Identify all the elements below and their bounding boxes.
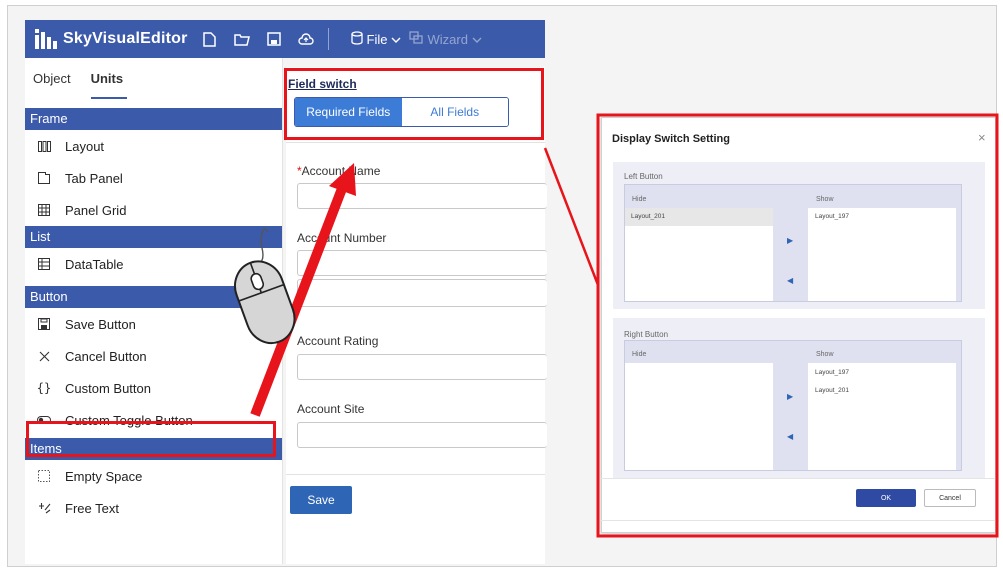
field-label-text: Account Name [301, 164, 381, 178]
account-name-input[interactable] [297, 183, 547, 209]
unit-label: Custom Button [65, 380, 151, 396]
list-item[interactable]: Layout_197 [815, 369, 849, 376]
table-icon [37, 257, 51, 271]
dialog-bottom-divider [601, 520, 996, 521]
right-hide-list[interactable] [625, 363, 773, 470]
database-icon [350, 30, 363, 48]
braces-icon: {} [36, 381, 52, 395]
chevron-down-icon [391, 32, 401, 47]
close-icon[interactable]: × [978, 130, 986, 145]
dotted-square-icon [37, 469, 51, 483]
grid-icon [37, 203, 51, 217]
left-button-title: Left Button [624, 172, 663, 181]
unit-label: Empty Space [65, 468, 143, 484]
save-button[interactable]: Save [290, 486, 352, 514]
ok-button[interactable]: OK [856, 489, 916, 507]
cloud-upload-icon[interactable] [297, 31, 314, 47]
panel-tabs: Object Units [25, 58, 282, 108]
left-show-list[interactable] [808, 208, 956, 301]
field-label-account-name: *Account Name [297, 164, 380, 178]
tab-object[interactable]: Object [33, 71, 71, 108]
highlight-field-switch [284, 68, 544, 140]
unit-label: DataTable [65, 256, 124, 272]
form-divider-bottom [286, 474, 545, 475]
tab-panel-icon [37, 171, 51, 185]
move-left-arrow-icon[interactable]: ◀ [787, 432, 793, 441]
save-icon[interactable] [266, 31, 282, 47]
list-item[interactable]: Layout_201 [815, 387, 849, 394]
app-title: SkyVisualEditor [63, 30, 188, 47]
account-site-input[interactable] [297, 422, 547, 448]
wizard-icon [409, 31, 424, 47]
app-header: SkyVisualEditor File Wizard [25, 20, 545, 58]
move-right-arrow-icon[interactable]: ▶ [787, 236, 793, 245]
menu-wizard-label: Wizard [427, 31, 468, 47]
menu-file-label: File [366, 31, 388, 47]
dialog-footer-divider [601, 478, 996, 479]
field-label-account-rating: Account Rating [297, 334, 379, 348]
unit-datatable[interactable]: DataTable [25, 248, 282, 280]
unit-label: Tab Panel [65, 170, 123, 186]
header-menu: File Wizard [350, 30, 482, 48]
unit-panel-grid[interactable]: Panel Grid [25, 194, 282, 226]
logo-mark-icon [35, 29, 57, 49]
x-icon [37, 349, 51, 363]
section-frame: Frame [25, 108, 282, 130]
move-right-arrow-icon[interactable]: ▶ [787, 392, 793, 401]
field-label-account-site: Account Site [297, 402, 365, 416]
list-item[interactable]: Layout_201 [625, 208, 773, 226]
unit-custom-button[interactable]: {} Custom Button [25, 372, 282, 404]
cancel-button[interactable]: Cancel [924, 489, 976, 507]
unit-free-text[interactable]: Free Text [25, 492, 282, 524]
tab-units[interactable]: Units [90, 71, 127, 108]
account-number-input-extra[interactable] [297, 279, 547, 307]
units-panel: Object Units Frame Layout Tab Panel Pane… [25, 58, 283, 564]
unit-label: Layout [65, 138, 105, 154]
menu-wizard[interactable]: Wizard [409, 31, 482, 47]
open-folder-icon[interactable] [233, 31, 250, 47]
right-show-header: Show [816, 351, 834, 358]
floppy-disk-icon [37, 317, 51, 331]
unit-label: Save Button [65, 316, 136, 332]
field-label-account-number: Account Number [297, 231, 387, 245]
app-logo: SkyVisualEditor [35, 29, 188, 49]
unit-cancel-button[interactable]: Cancel Button [25, 340, 282, 372]
unit-empty-space[interactable]: Empty Space [25, 460, 282, 492]
unit-tab-panel[interactable]: Tab Panel [25, 162, 282, 194]
left-hide-header: Hide [632, 196, 647, 203]
right-show-list[interactable] [808, 363, 956, 470]
free-text-icon [37, 501, 51, 515]
unit-layout[interactable]: Layout [25, 130, 282, 162]
new-file-icon[interactable] [202, 31, 218, 47]
form-divider [286, 142, 545, 143]
account-rating-input[interactable] [297, 354, 547, 380]
account-number-input[interactable] [297, 250, 547, 276]
menu-file[interactable]: File [350, 30, 402, 48]
unit-save-button[interactable]: Save Button [25, 308, 282, 340]
section-list: List [25, 226, 282, 248]
layout-columns-icon [37, 139, 51, 153]
highlight-toggle-button [26, 421, 276, 457]
chevron-down-icon [472, 32, 482, 47]
right-hide-header: Hide [632, 351, 647, 358]
unit-label: Panel Grid [65, 202, 127, 218]
unit-label: Cancel Button [65, 348, 147, 364]
right-button-title: Right Button [624, 330, 669, 339]
unit-label: Free Text [65, 500, 119, 516]
left-show-header: Show [816, 196, 834, 203]
list-item[interactable]: Layout_197 [815, 213, 849, 220]
header-divider [327, 28, 329, 50]
section-button: Button [25, 286, 282, 308]
move-left-arrow-icon[interactable]: ◀ [787, 276, 793, 285]
dialog-title: Display Switch Setting [612, 133, 730, 145]
